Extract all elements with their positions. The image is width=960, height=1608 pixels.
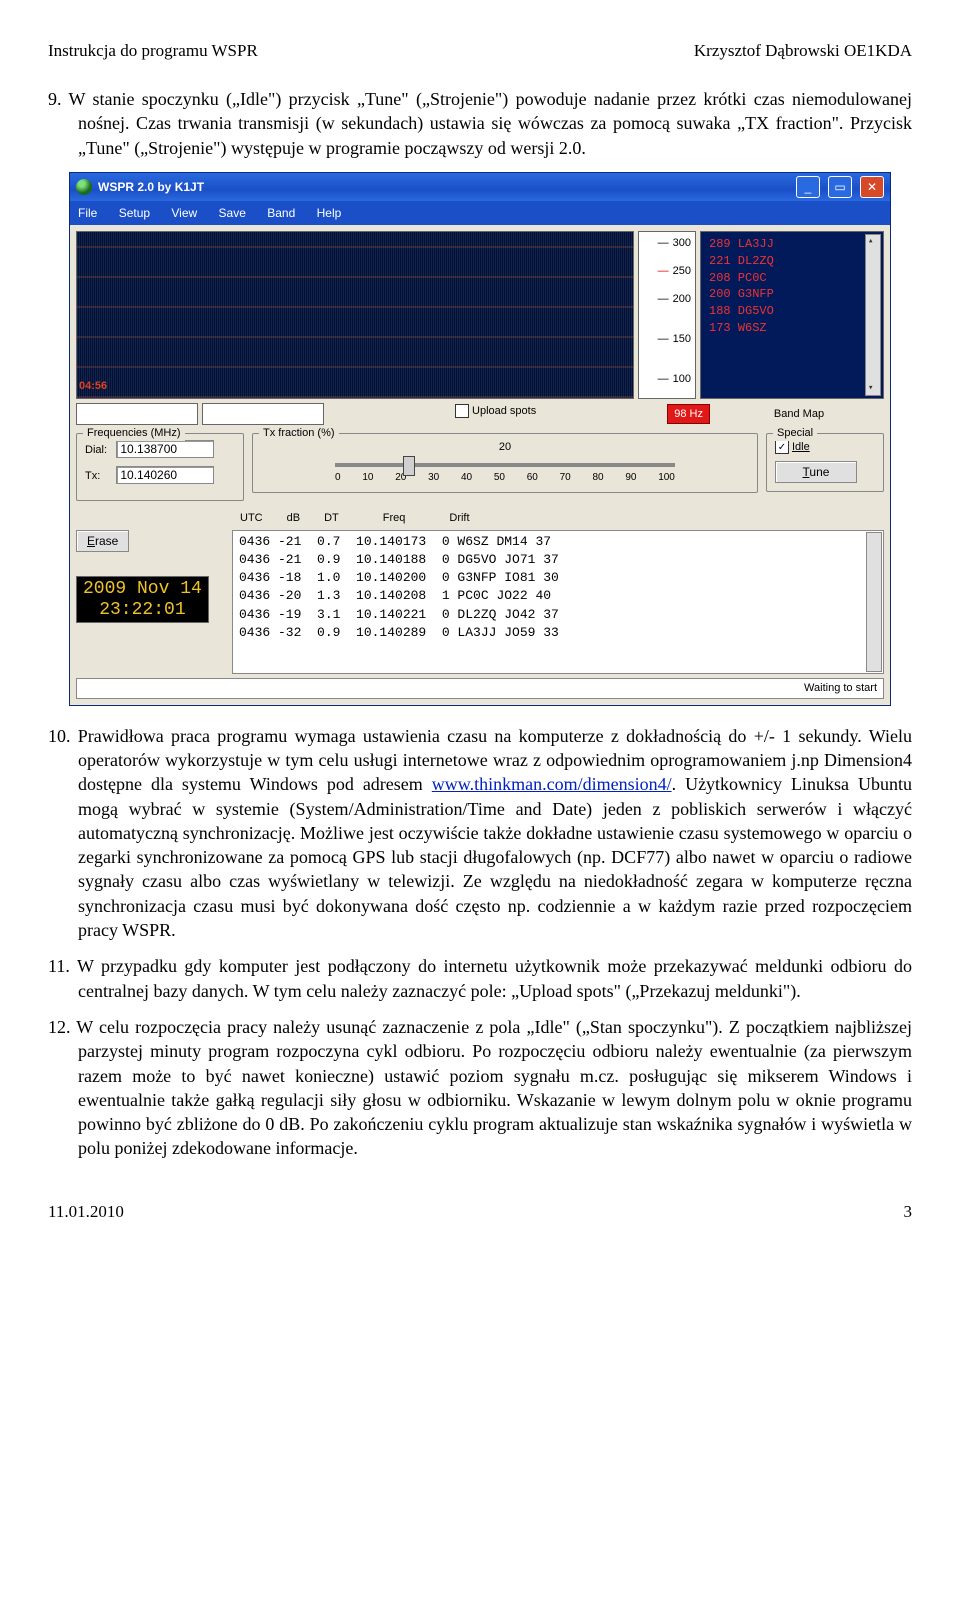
app-window: WSPR 2.0 by K1JT _ ▭ ✕ File Setup View S… <box>69 172 891 706</box>
frequencies-group: Frequencies (MHz) Dial: Tx: <box>76 433 244 501</box>
decode-line: 200 G3NFP <box>709 286 879 303</box>
info-field-1 <box>76 403 198 425</box>
decode-line: 289 LA3JJ <box>709 236 879 253</box>
slider-tick: 90 <box>625 471 636 485</box>
clock-date: 2009 Nov 14 <box>83 579 202 600</box>
titlebar[interactable]: WSPR 2.0 by K1JT _ ▭ ✕ <box>70 173 890 201</box>
clock-display: 2009 Nov 14 23:22:01 <box>76 576 209 623</box>
close-button[interactable]: ✕ <box>860 176 884 198</box>
footer-page: 3 <box>904 1201 913 1224</box>
slider-tick: 100 <box>658 471 675 485</box>
waterfall-timestamp: 04:56 <box>79 379 107 394</box>
dial-label: Dial: <box>85 443 113 458</box>
menu-band[interactable]: Band <box>267 206 295 220</box>
scrollbar[interactable] <box>865 234 881 396</box>
list-item-12: 12. W celu rozpoczęcia pracy należy usun… <box>48 1015 912 1161</box>
frequency-scale: 300 250 200 150 100 <box>638 231 696 399</box>
dial-input[interactable] <box>116 440 214 458</box>
col-header-drift: Drift <box>449 511 469 526</box>
erase-button[interactable]: Erase <box>76 530 129 552</box>
col-header-dt: DT <box>324 511 339 526</box>
decoded-signals-panel[interactable]: 289 LA3JJ 221 DL2ZQ 208 PC0C 200 G3NFP 1… <box>700 231 884 399</box>
slider-tick: 30 <box>428 471 439 485</box>
data-row: 0436 -18 1.0 10.140200 0 G3NFP IO81 30 <box>239 569 877 587</box>
info-field-2 <box>202 403 324 425</box>
data-row: 0436 -20 1.3 10.140208 1 PC0C JO22 40 <box>239 587 877 605</box>
doc-header-right: Krzysztof Dąbrowski OE1KDA <box>694 40 912 63</box>
decode-line: 208 PC0C <box>709 270 879 287</box>
list-item-9: 9. W stanie spoczynku („Idle") przycisk … <box>48 87 912 160</box>
idle-checkbox[interactable]: ✓ <box>775 440 789 454</box>
scale-tick: 100 <box>658 372 691 387</box>
decode-line: 173 W6SZ <box>709 320 879 337</box>
special-group: Special ✓ Idle TTuneune <box>766 433 884 492</box>
upload-spots-checkbox[interactable] <box>455 404 469 418</box>
frequencies-legend: Frequencies (MHz) <box>83 426 185 441</box>
tx-fraction-slider[interactable] <box>335 463 675 467</box>
menu-save[interactable]: Save <box>219 206 246 220</box>
tx-fraction-legend: Tx fraction (%) <box>259 426 339 441</box>
data-row: 0436 -19 3.1 10.140221 0 DL2ZQ JO42 37 <box>239 606 877 624</box>
slider-tick: 40 <box>461 471 472 485</box>
tx-fraction-group: Tx fraction (%) 20 0 10 20 30 40 50 60 <box>252 433 758 493</box>
maximize-button[interactable]: ▭ <box>828 176 852 198</box>
list-item-11: 11. W przypadku gdy komputer jest podłąc… <box>48 954 912 1003</box>
app-icon <box>76 179 92 195</box>
window-title: WSPR 2.0 by K1JT <box>98 179 788 195</box>
data-row: 0436 -32 0.9 10.140289 0 LA3JJ JO59 33 <box>239 624 877 642</box>
decoded-text-area[interactable]: 0436 -21 0.7 10.140173 0 W6SZ DM14 37043… <box>232 530 884 674</box>
footer-date: 11.01.2010 <box>48 1201 124 1224</box>
data-row: 0436 -21 0.9 10.140188 0 DG5VO JO71 37 <box>239 551 877 569</box>
scale-tick: 300 <box>658 236 691 251</box>
slider-thumb[interactable] <box>403 456 415 476</box>
menubar[interactable]: File Setup View Save Band Help <box>70 201 890 225</box>
slider-tick: 10 <box>362 471 373 485</box>
menu-view[interactable]: View <box>171 206 197 220</box>
slider-tick: 50 <box>494 471 505 485</box>
menu-help[interactable]: Help <box>317 206 342 220</box>
slider-tick: 60 <box>527 471 538 485</box>
freq-offset-badge: 98 Hz <box>667 404 710 425</box>
clock-time: 23:22:01 <box>83 600 202 621</box>
idle-label: Idle <box>792 440 810 455</box>
bandmap-label: Band Map <box>768 406 830 422</box>
waterfall-display[interactable]: 04:56 <box>76 231 634 399</box>
col-header-utc: UTC <box>240 511 263 526</box>
tx-input[interactable] <box>116 466 214 484</box>
col-header-freq: Freq <box>383 511 406 526</box>
data-row: 0436 -21 0.7 10.140173 0 W6SZ DM14 37 <box>239 533 877 551</box>
tune-button[interactable]: TTuneune <box>775 461 857 483</box>
decode-line: 188 DG5VO <box>709 303 879 320</box>
scale-tick: 250 <box>658 264 691 279</box>
minimize-button[interactable]: _ <box>796 176 820 198</box>
dimension4-link[interactable]: www.thinkman.com/dimension4/ <box>432 774 672 794</box>
slider-tick: 0 <box>335 471 341 485</box>
menu-file[interactable]: File <box>78 206 97 220</box>
upload-spots-label: Upload spots <box>472 404 536 419</box>
doc-header-left: Instrukcja do programu WSPR <box>48 40 258 63</box>
scale-tick: 200 <box>658 292 691 307</box>
slider-tick: 80 <box>592 471 603 485</box>
tx-label: Tx: <box>85 469 113 484</box>
tx-fraction-value: 20 <box>499 440 511 455</box>
special-legend: Special <box>773 426 817 441</box>
decode-line: 221 DL2ZQ <box>709 253 879 270</box>
slider-tick: 70 <box>560 471 571 485</box>
menu-setup[interactable]: Setup <box>119 206 150 220</box>
scrollbar[interactable] <box>866 532 882 672</box>
scale-tick: 150 <box>658 332 691 347</box>
status-bar: Waiting to start <box>76 678 884 699</box>
col-header-db: dB <box>287 511 300 526</box>
list-item-10: 10. Prawidłowa praca programu wymaga ust… <box>48 724 912 943</box>
